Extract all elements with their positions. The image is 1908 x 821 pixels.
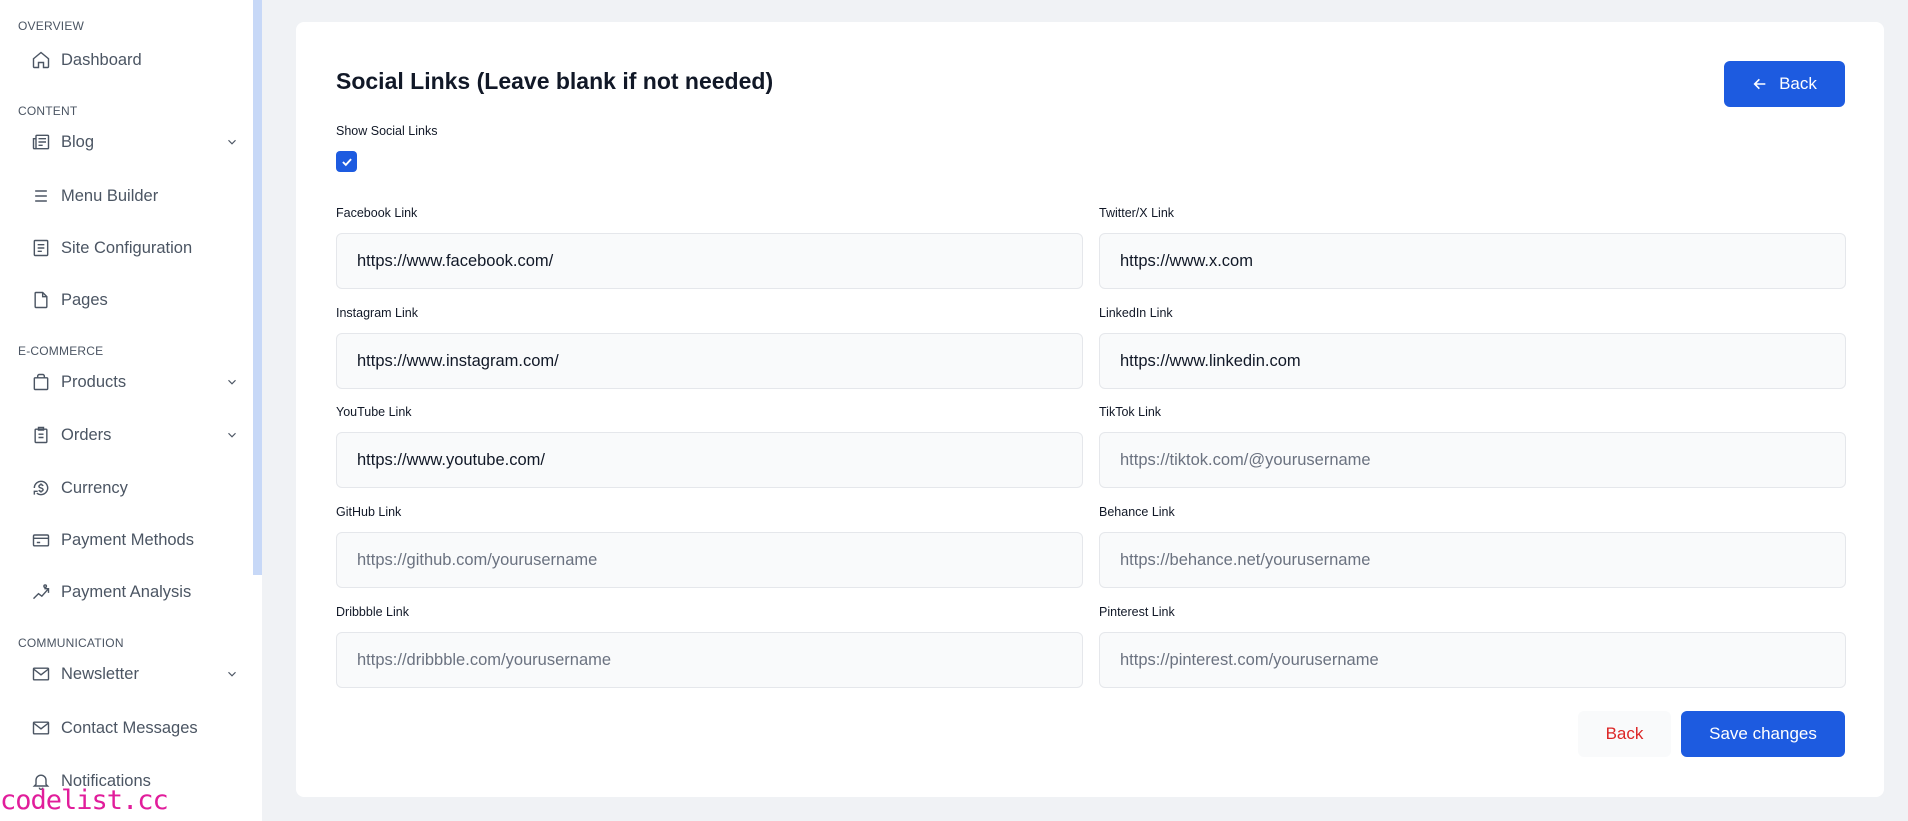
youtube-link-input[interactable] [336,432,1083,488]
instagram-link-label: Instagram Link [336,306,418,320]
sidebar-item-products[interactable]: Products [30,367,245,397]
chevron-down-icon [228,671,236,677]
instagram-link-input[interactable] [336,333,1083,389]
home-icon [30,49,52,71]
social-links-card: Social Links (Leave blank if not needed)… [296,22,1884,797]
sidebar-item-pages[interactable]: Pages [30,285,245,315]
behance-link-label: Behance Link [1099,505,1175,519]
chart-icon [30,581,52,603]
sidebar-item-label: Dashboard [61,50,142,69]
show-social-links-checkbox[interactable] [336,151,357,172]
back-button-label: Back [1779,74,1817,93]
sidebar-scrollbar[interactable] [253,0,262,575]
config-icon [30,237,52,259]
sidebar-item-menu-builder[interactable]: Menu Builder [30,181,245,211]
menu-icon [30,185,52,207]
arrow-left-icon [1753,78,1766,90]
sidebar-item-label: Currency [61,478,128,497]
sidebar-item-label: Newsletter [61,664,139,683]
brand-watermark: codelist.cc [0,785,169,816]
sidebar-item-orders[interactable]: Orders [30,420,245,450]
clipboard-icon [30,424,52,446]
currency-icon [30,477,52,499]
sidebar-item-payment-analysis[interactable]: Payment Analysis [30,577,245,607]
card-icon [30,529,52,551]
sidebar-item-label: Payment Methods [61,530,194,549]
tiktok-link-label: TikTok Link [1099,405,1162,419]
mail-icon [30,717,52,739]
sidebar-item-label: Products [61,372,127,391]
sidebar-item-contact-messages[interactable]: Contact Messages [30,713,245,743]
chevron-down-icon [228,432,236,438]
facebook-link-label: Facebook Link [336,206,418,220]
back-button[interactable]: Back [1724,61,1845,107]
sidebar-item-payment-methods[interactable]: Payment Methods [30,525,245,555]
sidebar-item-currency[interactable]: Currency [30,473,245,503]
show-social-links-label: Show Social Links [336,124,438,138]
youtube-link-label: YouTube Link [336,405,412,419]
linkedin-link-input[interactable] [1099,333,1846,389]
sidebar: OVERVIEW Dashboard CONTENT Blog Menu Bui… [0,0,262,821]
check-icon [341,157,352,166]
dribbble-link-label: Dribbble Link [336,605,409,619]
sidebar-item-dashboard[interactable]: Dashboard [30,45,245,75]
sidebar-item-newsletter[interactable]: Newsletter [30,659,245,689]
sidebar-item-label: Pages [61,290,108,309]
sidebar-item-label: Blog [61,132,95,151]
section-content: CONTENT [18,104,78,118]
linkedin-link-label: LinkedIn Link [1099,306,1173,320]
page-title: Social Links (Leave blank if not needed) [336,68,774,94]
page-icon [30,289,52,311]
section-communication: COMMUNICATION [18,636,124,650]
sidebar-item-label: Payment Analysis [61,582,192,601]
facebook-link-input[interactable] [336,233,1083,289]
sidebar-item-label: Menu Builder [61,186,159,205]
section-overview: OVERVIEW [18,19,85,33]
sidebar-item-blog[interactable]: Blog [30,127,245,157]
tiktok-link-input[interactable] [1099,432,1846,488]
save-changes-button[interactable]: Save changes [1681,711,1845,757]
pinterest-link-input[interactable] [1099,632,1846,688]
sidebar-item-label: Orders [61,425,112,444]
chevron-down-icon [228,379,236,385]
twitter-link-label: Twitter/X Link [1099,206,1175,220]
sidebar-item-label: Site Configuration [61,238,193,257]
mail-icon [30,663,52,685]
github-link-label: GitHub Link [336,505,402,519]
bag-icon [30,371,52,393]
cancel-back-button[interactable]: Back [1578,711,1671,757]
behance-link-input[interactable] [1099,532,1846,588]
app-root: OVERVIEW Dashboard CONTENT Blog Menu Bui… [0,0,1908,821]
twitter-link-input[interactable] [1099,233,1846,289]
sidebar-item-label: Contact Messages [61,718,198,737]
dribbble-link-input[interactable] [336,632,1083,688]
pinterest-link-label: Pinterest Link [1099,605,1175,619]
chevron-down-icon [228,139,236,145]
sidebar-item-site-configuration[interactable]: Site Configuration [30,233,245,263]
section-ecommerce: E-COMMERCE [18,344,104,358]
blog-icon [30,131,52,153]
github-link-input[interactable] [336,532,1083,588]
